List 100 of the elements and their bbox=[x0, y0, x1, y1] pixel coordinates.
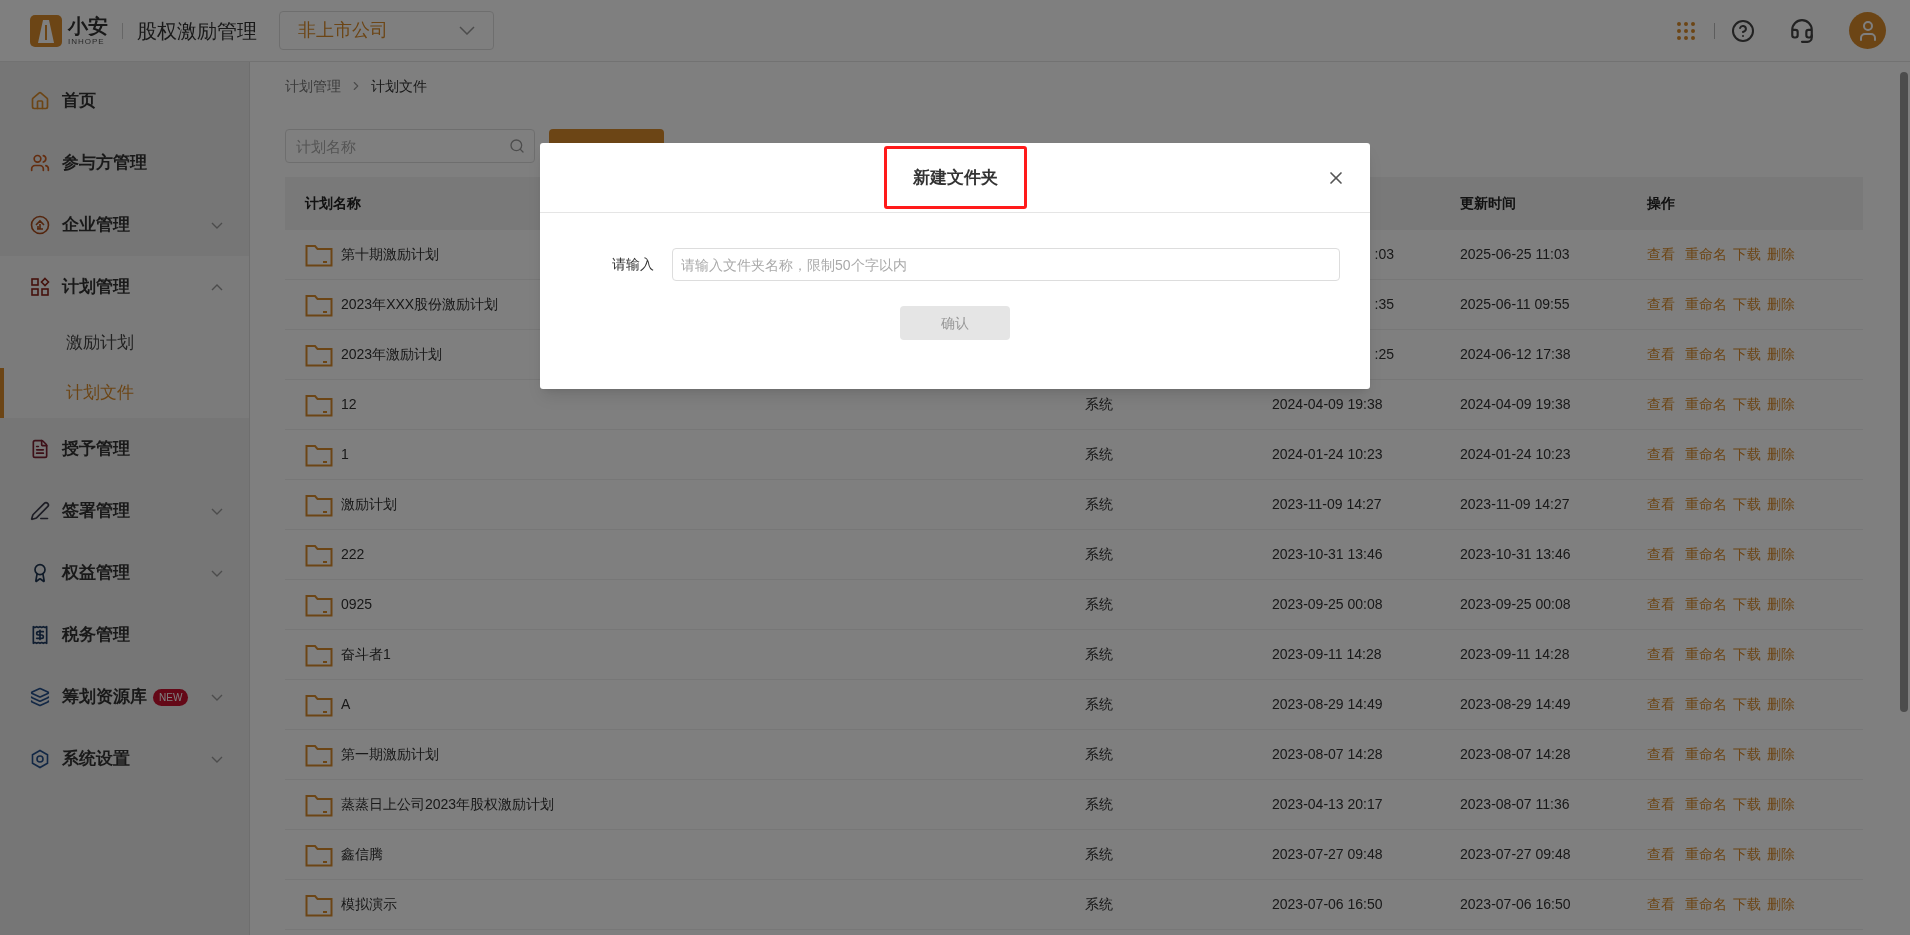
action-link[interactable]: 删除 bbox=[1767, 594, 1795, 615]
action-link[interactable]: 下载 bbox=[1733, 694, 1761, 715]
action-link[interactable]: 删除 bbox=[1767, 244, 1795, 265]
table-cell-text: 1 bbox=[341, 445, 349, 464]
action-link[interactable]: 下载 bbox=[1733, 594, 1761, 615]
table-cell-text: 2025-06-25 11:03 bbox=[1460, 245, 1571, 264]
table-cell-text: 奋斗者1 bbox=[341, 645, 391, 664]
action-link[interactable]: 删除 bbox=[1767, 894, 1795, 915]
help-icon[interactable] bbox=[1731, 18, 1755, 43]
action-link[interactable]: 删除 bbox=[1767, 844, 1795, 865]
action-link[interactable]: 下载 bbox=[1733, 894, 1761, 915]
headset-icon[interactable] bbox=[1789, 17, 1815, 44]
action-link[interactable]: 重命名 bbox=[1685, 794, 1727, 815]
chevron-down-icon bbox=[211, 755, 223, 763]
sidebar-item[interactable]: 税务管理 bbox=[0, 604, 249, 666]
user-avatar[interactable] bbox=[1849, 12, 1886, 49]
company-select[interactable]: 非上市公司 bbox=[279, 11, 494, 50]
action-link[interactable]: 重命名 bbox=[1685, 494, 1727, 515]
action-link[interactable]: 下载 bbox=[1733, 544, 1761, 565]
action-link[interactable]: 删除 bbox=[1767, 794, 1795, 815]
breadcrumb-item: 计划文件 bbox=[371, 76, 427, 96]
submenu-item[interactable]: 计划文件 bbox=[0, 368, 249, 418]
folder-name-field[interactable]: 请输入文件夹名称，限制50个字以内 bbox=[672, 248, 1340, 281]
sidebar-item[interactable]: 系统设置 bbox=[0, 728, 249, 790]
action-link[interactable]: 删除 bbox=[1767, 494, 1795, 515]
action-link[interactable]: 查看 bbox=[1647, 894, 1675, 915]
table-cell-text: 第十期激励计划 bbox=[341, 245, 439, 264]
sidebar-item[interactable]: 签署管理 bbox=[0, 480, 249, 542]
breadcrumb-item[interactable]: 计划管理 bbox=[285, 75, 341, 97]
action-link[interactable]: 查看 bbox=[1647, 844, 1675, 865]
action-link[interactable]: 重命名 bbox=[1685, 394, 1727, 415]
table-cell: 2023-04-13 20:17 bbox=[1272, 796, 1383, 812]
sidebar-item[interactable]: 授予管理 bbox=[0, 418, 249, 480]
table-cell-text: 2023年XXX股份激励计划 bbox=[341, 295, 499, 314]
action-link[interactable]: 删除 bbox=[1767, 444, 1795, 465]
action-link[interactable]: 删除 bbox=[1767, 344, 1795, 365]
action-link[interactable]: 重命名 bbox=[1685, 744, 1727, 765]
action-link[interactable]: 下载 bbox=[1733, 444, 1761, 465]
table-cell: 2023-09-11 14:28 bbox=[1272, 646, 1382, 662]
table-cell-text: 模拟演示 bbox=[341, 895, 397, 914]
table-cell: 系统 bbox=[1085, 596, 1113, 612]
action-link[interactable]: 下载 bbox=[1733, 394, 1761, 415]
hexagon-icon bbox=[30, 749, 50, 769]
table-cell-text: 激励计划 bbox=[341, 495, 397, 514]
action-link[interactable]: 重命名 bbox=[1685, 644, 1727, 665]
folder-icon bbox=[305, 292, 333, 317]
submenu-item[interactable]: 激励计划 bbox=[0, 318, 249, 368]
sidebar-item[interactable]: 企业管理 bbox=[0, 194, 249, 256]
action-link[interactable]: 查看 bbox=[1647, 444, 1675, 465]
sidebar-item[interactable]: 首页 bbox=[0, 70, 249, 132]
action-link[interactable]: 重命名 bbox=[1685, 444, 1727, 465]
action-link[interactable]: 下载 bbox=[1733, 244, 1761, 265]
action-link[interactable]: 删除 bbox=[1767, 294, 1795, 315]
action-link[interactable]: 删除 bbox=[1767, 694, 1795, 715]
action-link[interactable]: 重命名 bbox=[1685, 894, 1727, 915]
sidebar-item[interactable]: 计划管理 bbox=[0, 256, 249, 318]
action-link[interactable]: 删除 bbox=[1767, 394, 1795, 415]
action-link[interactable]: 查看 bbox=[1647, 594, 1675, 615]
action-link[interactable]: 下载 bbox=[1733, 744, 1761, 765]
action-link[interactable]: 下载 bbox=[1733, 794, 1761, 815]
action-link[interactable]: 重命名 bbox=[1685, 544, 1727, 565]
users-icon bbox=[30, 153, 50, 173]
action-link[interactable]: 查看 bbox=[1647, 694, 1675, 715]
action-link[interactable]: 重命名 bbox=[1685, 694, 1727, 715]
sidebar-item[interactable]: 筹划资源库 NEW bbox=[0, 666, 249, 728]
action-link[interactable]: 查看 bbox=[1647, 244, 1675, 265]
chevron-down-icon bbox=[211, 507, 223, 515]
action-link[interactable]: 查看 bbox=[1647, 544, 1675, 565]
action-link[interactable]: 查看 bbox=[1647, 394, 1675, 415]
action-link[interactable]: 删除 bbox=[1767, 744, 1795, 765]
folder-icon bbox=[305, 342, 333, 367]
action-link[interactable]: 查看 bbox=[1647, 344, 1675, 365]
folder-icon bbox=[305, 592, 333, 617]
action-link[interactable]: 查看 bbox=[1647, 644, 1675, 665]
action-link[interactable]: 删除 bbox=[1767, 644, 1795, 665]
action-link[interactable]: 下载 bbox=[1733, 844, 1761, 865]
column-header: 计划名称 bbox=[305, 194, 362, 213]
action-link[interactable]: 下载 bbox=[1733, 644, 1761, 665]
folder-icon bbox=[305, 642, 333, 667]
action-link[interactable]: 查看 bbox=[1647, 494, 1675, 515]
grid-icon bbox=[30, 277, 50, 297]
table-cell-text: 2025-06-11 09:55 bbox=[1460, 295, 1571, 314]
action-link[interactable]: 重命名 bbox=[1685, 244, 1727, 265]
action-link[interactable]: 重命名 bbox=[1685, 594, 1727, 615]
action-link[interactable]: 下载 bbox=[1733, 494, 1761, 515]
action-link[interactable]: 下载 bbox=[1733, 344, 1761, 365]
table-cell: 系统 bbox=[1085, 446, 1113, 462]
action-link[interactable]: 重命名 bbox=[1685, 344, 1727, 365]
action-link[interactable]: 删除 bbox=[1767, 544, 1795, 565]
action-link[interactable]: 查看 bbox=[1647, 294, 1675, 315]
action-link[interactable]: 查看 bbox=[1647, 744, 1675, 765]
table-cell: 系统 bbox=[1085, 896, 1113, 912]
sidebar-item[interactable]: 权益管理 bbox=[0, 542, 249, 604]
action-link[interactable]: 重命名 bbox=[1685, 844, 1727, 865]
sidebar-item[interactable]: 参与方管理 bbox=[0, 132, 249, 194]
action-link[interactable]: 查看 bbox=[1647, 794, 1675, 815]
scrollbar[interactable] bbox=[1900, 72, 1908, 712]
action-link[interactable]: 重命名 bbox=[1685, 294, 1727, 315]
table-cell: :35 bbox=[1374, 296, 1394, 312]
action-link[interactable]: 下载 bbox=[1733, 294, 1761, 315]
